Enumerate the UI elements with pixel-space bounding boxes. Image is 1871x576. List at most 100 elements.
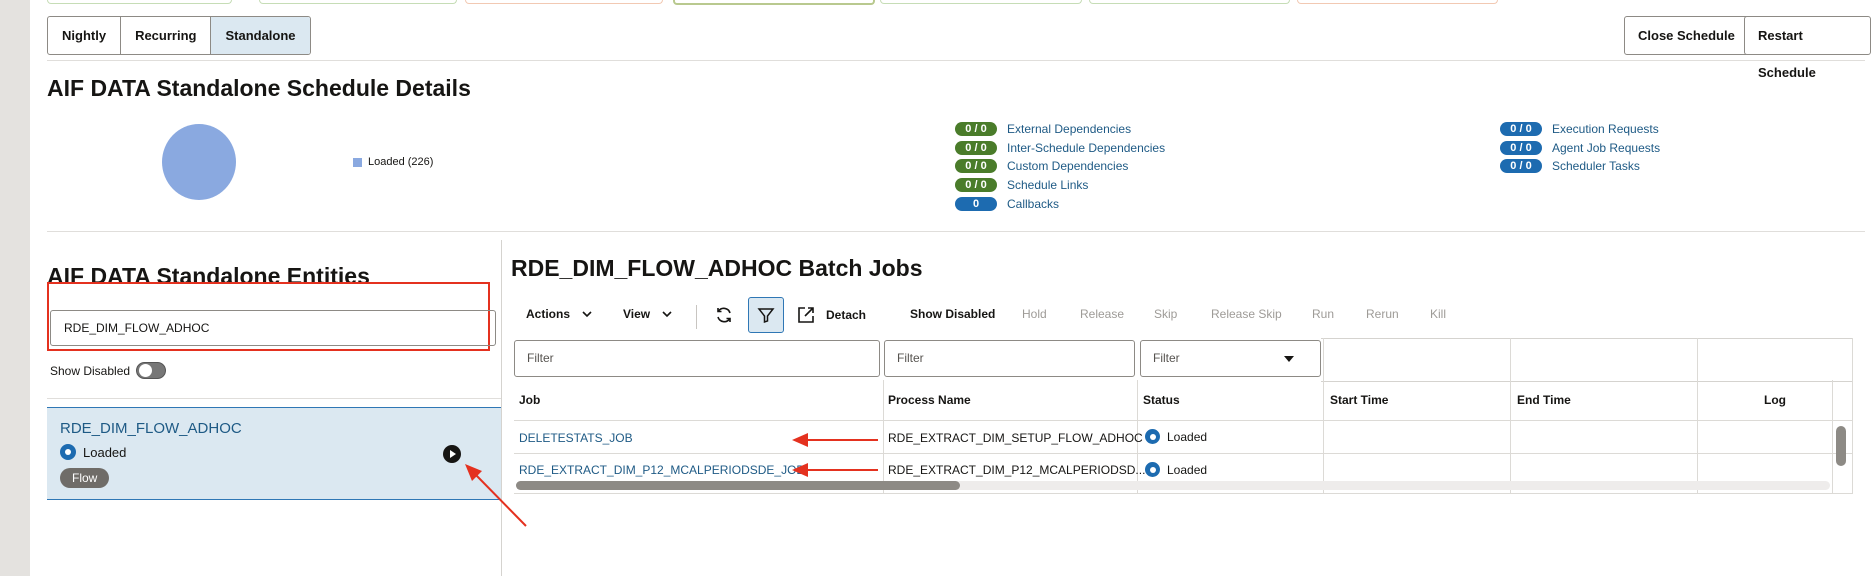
grid-line — [1832, 380, 1833, 494]
count-badge: 0 / 0 — [1500, 122, 1542, 136]
scrollbar-thumb[interactable] — [516, 481, 960, 490]
detach-label: Detach — [826, 308, 867, 322]
view-menu[interactable]: View — [623, 307, 674, 321]
detach-icon — [798, 307, 814, 323]
release-skip-button[interactable]: Release Skip — [1211, 307, 1282, 321]
link-label[interactable]: Schedule Links — [1007, 178, 1088, 192]
legend-label: Loaded (226) — [368, 156, 434, 168]
summary-tile[interactable] — [47, 0, 232, 4]
column-header-start-time[interactable]: Start Time — [1330, 393, 1388, 407]
entity-item[interactable]: RDE_DIM_FLOW_ADHOC Loaded Flow — [47, 407, 501, 500]
agent-job-requests[interactable]: 0 / 0 Agent Job Requests — [1500, 141, 1660, 155]
kill-button[interactable]: Kill — [1430, 307, 1446, 321]
divider — [47, 398, 501, 399]
restart-schedule-button[interactable]: Restart Schedule — [1744, 16, 1871, 80]
job-link[interactable]: RDE_EXTRACT_DIM_P12_MCALPERIODSDE_JOB — [519, 463, 804, 477]
toolbar-separator — [696, 305, 697, 329]
column-header-end-time[interactable]: End Time — [1517, 393, 1571, 407]
link-label[interactable]: Callbacks — [1007, 197, 1059, 211]
count-badge: 0 — [955, 197, 997, 211]
summary-tile[interactable] — [880, 0, 1082, 4]
job-filter-input[interactable]: Filter — [514, 340, 880, 377]
divider — [47, 60, 1865, 61]
column-header-process-name[interactable]: Process Name — [888, 393, 971, 407]
show-disabled-toggle[interactable] — [136, 362, 167, 379]
tab-nightly[interactable]: Nightly — [48, 17, 122, 54]
column-header-log[interactable]: Log — [1764, 393, 1786, 407]
status-filter-label: Filter — [1153, 351, 1180, 365]
divider — [47, 231, 1865, 232]
summary-tile[interactable] — [259, 0, 457, 4]
grid-line — [883, 380, 884, 494]
arrow-icon — [465, 433, 878, 527]
status-label: Loaded — [1167, 462, 1208, 477]
schedule-type-selector: Nightly Recurring Standalone — [47, 16, 311, 55]
status-cell: Loaded — [1145, 429, 1207, 444]
job-link[interactable]: DELETESTATS_JOB — [519, 431, 633, 445]
count-badge: 0 / 0 — [1500, 141, 1542, 155]
entity-name[interactable]: RDE_DIM_FLOW_ADHOC — [60, 420, 242, 437]
scheduler-tasks[interactable]: 0 / 0 Scheduler Tasks — [1500, 159, 1640, 173]
process-name-cell: RDE_EXTRACT_DIM_SETUP_FLOW_ADHOC — [888, 431, 1143, 445]
show-disabled-toggle-row: Show Disabled — [50, 362, 167, 379]
show-disabled-button[interactable]: Show Disabled — [910, 307, 995, 321]
view-label: View — [623, 307, 651, 321]
schedule-links[interactable]: 0 / 0 Schedule Links — [955, 178, 1088, 192]
filter-button[interactable] — [748, 297, 784, 333]
batch-jobs-title: RDE_DIM_FLOW_ADHOC Batch Jobs — [511, 255, 923, 281]
actions-label: Actions — [526, 307, 571, 321]
pie-legend: Loaded (226) — [353, 156, 433, 168]
rerun-button[interactable]: Rerun — [1366, 307, 1399, 321]
left-edge-strip — [0, 0, 30, 576]
process-filter-input[interactable]: Filter — [884, 340, 1135, 377]
tab-standalone[interactable]: Standalone — [211, 17, 310, 54]
link-label[interactable]: Inter-Schedule Dependencies — [1007, 141, 1165, 155]
horizontal-scrollbar[interactable] — [516, 481, 1830, 490]
summary-tile[interactable] — [1297, 0, 1498, 4]
run-entity-icon[interactable] — [443, 445, 461, 463]
link-label[interactable]: Scheduler Tasks — [1552, 159, 1640, 173]
column-header-status[interactable]: Status — [1143, 393, 1180, 407]
count-badge: 0 / 0 — [955, 159, 997, 173]
filter-row-empty — [1321, 338, 1852, 382]
run-button[interactable]: Run — [1312, 307, 1334, 321]
status-cell: Loaded — [1145, 462, 1207, 477]
release-button[interactable]: Release — [1080, 307, 1124, 321]
chevron-down-icon — [662, 311, 672, 318]
actions-menu[interactable]: Actions — [526, 307, 594, 321]
status-label: Loaded — [1167, 429, 1208, 444]
show-disabled-label: Show Disabled — [50, 363, 131, 378]
custom-dependencies[interactable]: 0 / 0 Custom Dependencies — [955, 159, 1128, 173]
grid-line — [1852, 338, 1853, 494]
skip-button[interactable]: Skip — [1154, 307, 1177, 321]
link-label[interactable]: Agent Job Requests — [1552, 141, 1660, 155]
link-label[interactable]: External Dependencies — [1007, 122, 1131, 136]
close-schedule-button[interactable]: Close Schedule — [1624, 16, 1749, 55]
summary-tile[interactable] — [673, 0, 875, 5]
external-dependencies[interactable]: 0 / 0 External Dependencies — [955, 122, 1131, 136]
refresh-button[interactable] — [706, 297, 742, 333]
entity-status-label: Loaded — [83, 444, 127, 460]
status-icon — [60, 444, 76, 460]
link-label[interactable]: Custom Dependencies — [1007, 159, 1128, 173]
refresh-icon — [717, 307, 731, 323]
vertical-scrollbar[interactable] — [1836, 426, 1846, 466]
callbacks[interactable]: 0 Callbacks — [955, 197, 1059, 211]
caret-down-icon — [1284, 356, 1294, 362]
execution-requests[interactable]: 0 / 0 Execution Requests — [1500, 122, 1659, 136]
column-header-job[interactable]: Job — [519, 393, 540, 407]
status-icon — [1145, 462, 1160, 477]
inter-schedule-dependencies[interactable]: 0 / 0 Inter-Schedule Dependencies — [955, 141, 1165, 155]
summary-tile[interactable] — [465, 0, 663, 4]
count-badge: 0 / 0 — [955, 141, 997, 155]
hold-button[interactable]: Hold — [1022, 307, 1047, 321]
status-filter-select[interactable]: Filter — [1140, 340, 1321, 377]
filter-icon — [757, 308, 775, 324]
link-label[interactable]: Execution Requests — [1552, 122, 1659, 136]
panel-divider — [501, 240, 502, 576]
legend-swatch — [353, 157, 362, 167]
summary-tile[interactable] — [1089, 0, 1290, 4]
entity-search-input[interactable]: RDE_DIM_FLOW_ADHOC — [50, 310, 496, 346]
detach-button[interactable]: Detach — [796, 305, 866, 325]
tab-recurring[interactable]: Recurring — [121, 17, 212, 54]
